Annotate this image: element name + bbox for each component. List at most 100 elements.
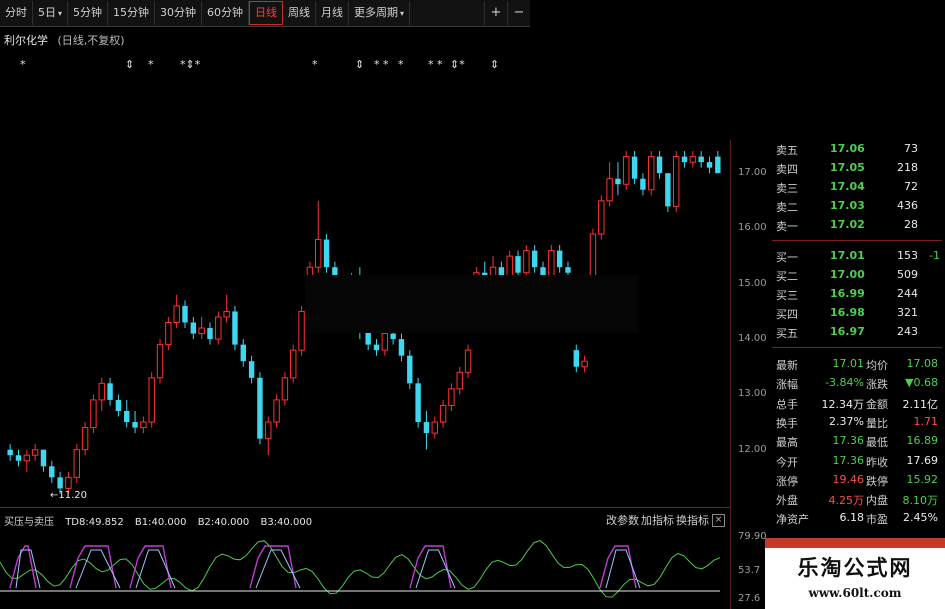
- stat-label: 涨跌: [866, 378, 888, 392]
- candle-body: [65, 476, 72, 489]
- indicator-tick: 79.90: [738, 531, 767, 542]
- zoom-out-icon[interactable]: −: [507, 1, 530, 25]
- edit-params-button[interactable]: 改参数: [606, 512, 639, 528]
- stat-label: 总手: [776, 397, 798, 411]
- period-button-8[interactable]: 月线: [316, 1, 350, 25]
- candle: [281, 372, 289, 406]
- candle-body: [656, 156, 663, 174]
- period-button-7[interactable]: 周线: [283, 1, 317, 25]
- ask-price: 17.05: [830, 161, 865, 174]
- bid-delta: -1: [929, 249, 940, 262]
- candle: [315, 200, 322, 273]
- stock-name: 利尔化学: [4, 34, 48, 47]
- candle-body: [248, 361, 255, 378]
- signal-marker: *: [312, 58, 318, 71]
- stat-row: 涨幅 -3.84% 涨跌 ▼0.68: [776, 374, 942, 392]
- period-button-2[interactable]: 5分钟: [68, 1, 109, 25]
- period-button-4[interactable]: 30分钟: [155, 1, 203, 25]
- stock-title: 利尔化学 (日线,不复权): [4, 32, 125, 48]
- bid-row[interactable]: 买一 17.01 153 -1: [776, 247, 942, 265]
- signal-marker: * *: [374, 58, 389, 71]
- bid-row[interactable]: 买二 17.00 509: [776, 266, 942, 284]
- redaction-block-top: [533, 0, 945, 140]
- candle-body: [323, 239, 330, 268]
- switch-indicator-button[interactable]: 换指标: [676, 512, 709, 528]
- ask-row[interactable]: 卖一 17.02 28: [776, 216, 942, 234]
- candle-body: [681, 156, 688, 163]
- candle: [7, 444, 13, 461]
- candle-body: [456, 371, 463, 390]
- stat-value: -3.84%: [825, 376, 864, 390]
- period-button-label: 15分钟: [113, 6, 150, 19]
- candle: [90, 394, 97, 434]
- stat-row: 外盘 4.25万 内盘 8.10万: [776, 490, 942, 508]
- candle: [656, 151, 663, 179]
- bid-vol: 321: [897, 306, 918, 319]
- candle-body: [623, 156, 630, 185]
- period-button-9[interactable]: 更多周期 ▾: [349, 1, 411, 25]
- candle: [190, 316, 197, 340]
- period-button-3[interactable]: 15分钟: [108, 1, 156, 25]
- indicator-chart[interactable]: [0, 530, 730, 609]
- zoom-in-icon[interactable]: +: [484, 1, 507, 25]
- ask-vol: 436: [897, 199, 918, 212]
- candle-body: [298, 310, 305, 351]
- ask-row[interactable]: 卖五 17.06 73: [776, 140, 942, 158]
- bid-row[interactable]: 买五 16.97 243: [776, 323, 942, 341]
- stat-label: 净资产: [776, 513, 809, 527]
- candle-body: [265, 421, 272, 440]
- ask-price: 17.06: [830, 142, 865, 155]
- ask-vol: 73: [904, 142, 918, 155]
- candle: [298, 305, 305, 356]
- ask-label: 卖四: [776, 163, 798, 176]
- indicator-tick: 53.7: [738, 565, 761, 576]
- indicator-line-b2: [415, 549, 456, 589]
- candle-body: [124, 410, 130, 423]
- candle: [49, 460, 55, 483]
- stat-value: 17.08: [906, 357, 939, 370]
- stat-label: 涨停: [776, 474, 798, 488]
- candle-body: [290, 349, 297, 379]
- stat-label: 最新: [776, 359, 798, 372]
- candle: [223, 294, 230, 323]
- bid-row[interactable]: 买三 16.99 244: [776, 285, 942, 303]
- chart-mode: (日线,不复权): [57, 34, 125, 47]
- candle: [132, 410, 138, 434]
- signal-marker: * *: [428, 58, 443, 71]
- candle: [573, 344, 580, 373]
- period-button-0[interactable]: 分时: [0, 1, 33, 25]
- period-button-5[interactable]: 60分钟: [202, 1, 250, 25]
- signal-marker: *⇕*: [180, 58, 201, 71]
- candle: [81, 422, 89, 456]
- candle-body: [165, 322, 172, 346]
- ask-row[interactable]: 卖二 17.03 436: [776, 197, 942, 215]
- candle-body: [431, 421, 438, 434]
- indicator-header: 买压与卖压 TD8:49.852 B1:40.000 B2:40.000 B3:…: [4, 513, 320, 528]
- indicator-name[interactable]: 买压与卖压: [4, 517, 54, 528]
- close-icon[interactable]: ×: [712, 514, 725, 527]
- bid-row[interactable]: 买四 16.98 321: [776, 304, 942, 322]
- stat-label: 涨幅: [776, 378, 798, 392]
- candle: [98, 377, 105, 411]
- add-indicator-button[interactable]: 加指标: [641, 512, 674, 528]
- candle-body: [257, 377, 263, 439]
- chevron-down-icon: ▾: [400, 9, 405, 18]
- candle-body: [223, 310, 230, 318]
- candle-body: [98, 382, 105, 401]
- candle: [706, 156, 713, 174]
- ask-row[interactable]: 卖三 17.04 72: [776, 178, 942, 196]
- period-button-1[interactable]: 5日 ▾: [33, 1, 69, 25]
- ask-row[interactable]: 卖四 17.05 218: [776, 159, 942, 177]
- stat-value: 16.89: [906, 434, 939, 448]
- price-tick: 13.00: [738, 388, 767, 400]
- candle-body: [415, 383, 421, 423]
- stat-value: 2.11亿: [902, 397, 939, 411]
- candle-body: [665, 173, 671, 207]
- redaction-block-middle: [305, 275, 638, 333]
- candle-body: [698, 156, 704, 163]
- candle: [698, 151, 704, 168]
- candle: [431, 416, 438, 439]
- candle-body: [648, 156, 655, 191]
- period-button-6[interactable]: 日线: [249, 1, 284, 25]
- price-tick: 17.00: [738, 167, 767, 179]
